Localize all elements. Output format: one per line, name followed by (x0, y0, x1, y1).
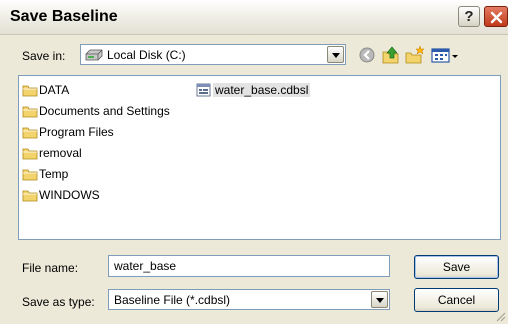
folder-name: Temp (39, 167, 69, 181)
chevron-down-icon (376, 298, 384, 303)
chevron-down-icon (332, 53, 340, 58)
folder-name: DATA (39, 83, 70, 97)
file-name-label: File name: (22, 261, 79, 275)
up-folder-icon (382, 46, 399, 64)
views-menu-button[interactable] (430, 44, 460, 66)
folder-name: Documents and Settings (39, 104, 170, 118)
save-as-type-label: Save as type: (22, 295, 95, 309)
file-list[interactable]: DATA Documents and Settings Program File… (18, 75, 501, 240)
help-button[interactable]: ? (458, 6, 480, 27)
folder-icon (22, 127, 38, 139)
file-name-input[interactable] (108, 255, 390, 277)
title-bar[interactable]: Save Baseline ? (0, 0, 508, 35)
save-as-type-dropdown[interactable]: Baseline File (*.cdbsl) (108, 289, 390, 310)
save-as-type-value: Baseline File (*.cdbsl) (114, 293, 231, 307)
back-button[interactable] (356, 44, 378, 66)
save-in-dropdown[interactable]: Local Disk (C:) (80, 44, 346, 65)
new-folder-button[interactable] (404, 44, 426, 66)
folder-name: Program Files (39, 125, 114, 139)
baseline-file-icon (196, 83, 211, 97)
folder-name: WINDOWS (39, 188, 100, 202)
folder-name: removal (39, 146, 82, 160)
up-folder-button[interactable] (380, 44, 402, 66)
folder-icon (22, 190, 38, 202)
save-in-label: Save in: (22, 49, 66, 63)
folder-icon (22, 106, 38, 118)
new-folder-icon (405, 45, 425, 64)
save-in-dropdown-button[interactable] (327, 46, 344, 63)
save-in-value: Local Disk (C:) (107, 48, 186, 62)
save-as-type-dropdown-button[interactable] (371, 291, 388, 308)
folder-icon (22, 148, 38, 160)
views-menu-icon (431, 48, 458, 63)
cancel-button[interactable]: Cancel (414, 288, 499, 312)
close-button[interactable] (484, 6, 508, 27)
file-name-field[interactable] (109, 256, 389, 276)
file-name: water_base.cdbsl (213, 83, 311, 97)
hard-disk-icon (85, 49, 103, 61)
help-icon: ? (464, 8, 474, 25)
save-baseline-dialog: Save Baseline ? Save in: Local Disk (C:) (0, 0, 508, 324)
dialog-title: Save Baseline (10, 8, 118, 25)
back-icon (359, 47, 375, 63)
folder-icon (22, 85, 38, 97)
save-button[interactable]: Save (414, 255, 499, 279)
resize-grip-icon[interactable] (494, 310, 506, 322)
close-icon (490, 11, 503, 24)
folder-icon (22, 169, 38, 181)
